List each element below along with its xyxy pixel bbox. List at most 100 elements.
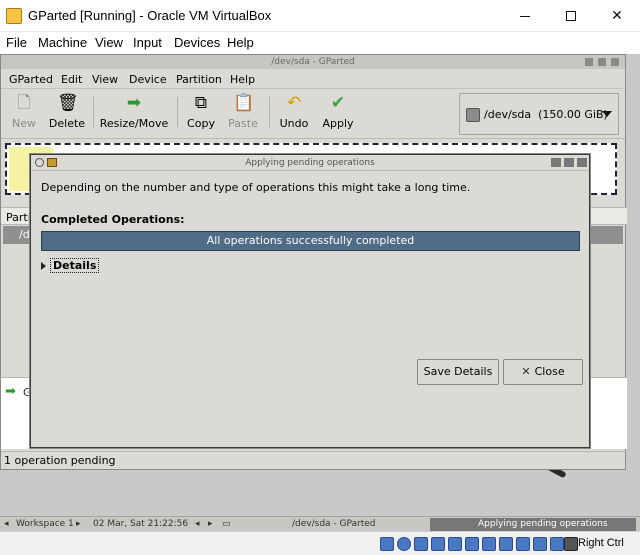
host-menubar: File Machine View Input Devices Help (0, 32, 640, 54)
copy-label: Copy (187, 117, 215, 130)
host-window-title: GParted [Running] - Oracle VM VirtualBox (28, 8, 272, 23)
details-label: Details (50, 258, 100, 273)
maximize-icon (566, 11, 576, 21)
clock: 02 Mar, Sat 21:22:56 (93, 519, 189, 529)
gparted-minimize-icon[interactable] (585, 58, 593, 66)
taskbar-item-applying[interactable]: Applying pending operations (430, 518, 636, 531)
menu-file[interactable]: File (6, 35, 27, 50)
completed-operations-label: Completed Operations: (41, 213, 185, 226)
menu-machine[interactable]: Machine (38, 35, 87, 50)
details-expander[interactable]: Details (41, 258, 100, 273)
menu-help[interactable]: Help (227, 35, 254, 50)
gp-menu-view[interactable]: View (92, 73, 118, 86)
network-icon[interactable] (431, 537, 445, 551)
guest-taskbar: ◂ Workspace 1 ▸ 02 Mar, Sat 21:22:56 ◂ ▸… (0, 516, 640, 531)
close-icon: ✕ (521, 365, 531, 378)
applying-operations-dialog: Applying pending operations Depending on… (30, 154, 590, 448)
task-window-icon: ▭ (222, 519, 231, 529)
taskbar-item-gparted[interactable]: /dev/sda - GParted (292, 519, 376, 529)
copy-button[interactable]: ⧉ Copy (185, 93, 217, 130)
close-button[interactable]: ✕ Close (503, 359, 583, 385)
status-text: 1 operation pending (4, 454, 116, 467)
video-capture-icon[interactable] (499, 537, 513, 551)
trash-icon: 🗑 (57, 93, 79, 113)
gp-menu-gparted[interactable]: GParted (9, 73, 53, 86)
delete-label: Delete (48, 117, 86, 130)
paste-icon: 📋 (233, 93, 255, 113)
toolbar-separator (177, 97, 178, 127)
taskbar-item-applying-label: Applying pending operations (478, 519, 608, 529)
usb-icon[interactable] (448, 537, 462, 551)
gparted-titlebar: /dev/sda - GParted (1, 55, 625, 69)
gp-menu-partition[interactable]: Partition (176, 73, 222, 86)
new-button[interactable]: 🗋 New (9, 93, 39, 130)
display-icon[interactable] (482, 537, 496, 551)
save-details-button[interactable]: Save Details (417, 359, 499, 385)
guest-screen: /dev/sda - GParted GParted Edit View Dev… (0, 54, 640, 531)
new-document-icon: 🗋 (17, 93, 31, 113)
dialog-maximize-icon[interactable] (564, 158, 574, 167)
shared-folders-icon[interactable] (465, 537, 479, 551)
gparted-statusbar: 1 operation pending (1, 451, 627, 469)
optical-drive-icon[interactable] (397, 537, 411, 551)
close-label: Close (534, 365, 565, 378)
minimize-icon (520, 15, 530, 17)
resize-move-button[interactable]: ➡ Resize/Move (99, 93, 169, 130)
cpu-icon[interactable] (516, 537, 530, 551)
minimize-button[interactable] (502, 0, 548, 32)
dialog-titlebar: Applying pending operations (31, 155, 589, 171)
undo-button[interactable]: ↶ Undo (279, 93, 309, 130)
gp-menu-edit[interactable]: Edit (61, 73, 82, 86)
device-selector[interactable]: /dev/sda (150.00 GiB) (459, 93, 619, 135)
copy-icon: ⧉ (194, 93, 208, 113)
gp-menu-help[interactable]: Help (230, 73, 255, 86)
apply-button[interactable]: ✔ Apply (321, 93, 355, 130)
resize-arrow-icon: ➡ (126, 93, 142, 113)
maximize-button[interactable] (548, 0, 594, 32)
gparted-close-icon[interactable] (611, 58, 619, 66)
workspace-prev-icon[interactable]: ◂ (4, 519, 9, 529)
progress-bar: All operations successfully completed (41, 231, 580, 251)
gparted-menubar: GParted Edit View Device Partition Help (1, 69, 625, 89)
keyboard-icon[interactable] (550, 537, 564, 551)
host-titlebar: GParted [Running] - Oracle VM VirtualBox… (0, 0, 640, 32)
host-statusbar: Right Ctrl (0, 531, 640, 555)
delete-button[interactable]: 🗑 Delete (47, 93, 87, 130)
toolbar-separator (93, 97, 94, 127)
workspace-next-icon[interactable]: ▸ (76, 519, 81, 529)
resize-arrow-icon: ➡ (5, 384, 16, 399)
task-prev-icon[interactable]: ◂ (195, 519, 200, 529)
menu-input[interactable]: Input (133, 35, 162, 50)
menu-view[interactable]: View (95, 35, 123, 50)
virtualbox-icon (6, 8, 22, 24)
toolbar-separator (269, 97, 270, 127)
gparted-maximize-icon[interactable] (598, 58, 606, 66)
workspace-label: Workspace 1 (16, 519, 74, 529)
disk-icon (466, 108, 480, 122)
chevron-down-icon (602, 111, 612, 117)
gp-menu-device[interactable]: Device (129, 73, 167, 86)
hard-disk-icon[interactable] (380, 537, 394, 551)
close-window-button[interactable]: ✕ (594, 0, 640, 32)
new-label: New (12, 117, 36, 130)
dialog-close-icon[interactable] (577, 158, 587, 167)
dialog-title: Applying pending operations (245, 158, 375, 168)
gparted-window-title: /dev/sda - GParted (271, 57, 355, 67)
menu-devices[interactable]: Devices (174, 35, 220, 50)
task-next-icon[interactable]: ▸ (208, 519, 213, 529)
mouse-integration-icon[interactable] (533, 537, 547, 551)
paste-label: Paste (228, 117, 258, 130)
apply-label: Apply (322, 117, 354, 130)
undo-label: Undo (279, 117, 309, 130)
paste-button[interactable]: 📋 Paste (227, 93, 259, 130)
dialog-app-icon (47, 158, 57, 167)
dialog-minimize-icon[interactable] (551, 158, 561, 167)
device-name: /dev/sda (484, 108, 532, 121)
audio-icon[interactable] (414, 537, 428, 551)
dialog-description: Depending on the number and type of oper… (41, 181, 471, 194)
expander-arrow-icon (41, 262, 46, 270)
close-icon: ✕ (611, 8, 623, 24)
host-key-label: Right Ctrl (578, 537, 624, 549)
dialog-menu-icon[interactable] (35, 158, 44, 167)
resize-label: Resize/Move (99, 117, 169, 130)
